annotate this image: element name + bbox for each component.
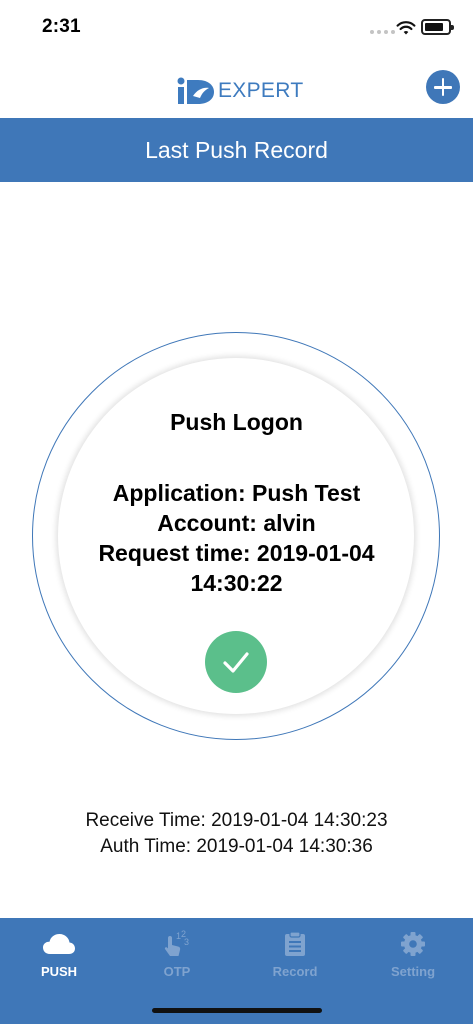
record-application: Application: Push Test — [112, 480, 361, 506]
status-bar: 2:31 — [0, 0, 473, 56]
record-times: Receive Time: 2019-01-04 14:30:23 Auth T… — [0, 808, 473, 860]
receive-time: Receive Time: 2019-01-04 14:30:23 — [85, 810, 388, 831]
logo-text: EXPERT — [218, 79, 304, 102]
title-bar: Last Push Record — [0, 118, 473, 182]
tab-push[interactable]: PUSH — [0, 918, 118, 990]
tab-push-label: PUSH — [40, 964, 78, 979]
tab-setting-label: Setting — [390, 964, 436, 979]
checkmark-icon — [223, 652, 249, 673]
tab-otp[interactable]: 1 2 3 OTP — [118, 918, 236, 990]
record-account: Account: alvin — [157, 510, 316, 536]
status-time: 2:31 — [42, 16, 81, 37]
auth-time: Auth Time: 2019-01-04 14:30:36 — [100, 836, 373, 857]
tab-record[interactable]: Record — [236, 918, 354, 990]
top-nav: EXPERT — [0, 56, 473, 118]
wifi-icon — [396, 21, 416, 35]
approved-check-button[interactable] — [205, 631, 267, 693]
page-title: Last Push Record — [145, 136, 328, 163]
svg-text:3: 3 — [184, 937, 189, 947]
tab-otp-label: OTP — [163, 964, 191, 979]
record-request-time: Request time: 2019-01-04 14:30:22 — [98, 540, 375, 596]
touch-otp-icon: 1 2 3 — [159, 930, 195, 958]
add-button[interactable] — [426, 70, 460, 104]
tab-setting[interactable]: Setting — [354, 918, 472, 990]
record-type: Push Logon — [170, 409, 303, 435]
id-logo-icon — [177, 77, 214, 104]
battery-icon — [421, 19, 454, 35]
app-logo: EXPERT — [176, 76, 303, 106]
gear-icon — [395, 930, 431, 958]
home-indicator[interactable] — [152, 1008, 322, 1013]
cloud-icon — [41, 930, 77, 958]
tab-record-label: Record — [272, 964, 318, 979]
clipboard-icon — [277, 930, 313, 958]
record-details: Application: Push Test Account: alvin Re… — [60, 478, 413, 598]
cellular-signal-icon — [370, 30, 395, 34]
